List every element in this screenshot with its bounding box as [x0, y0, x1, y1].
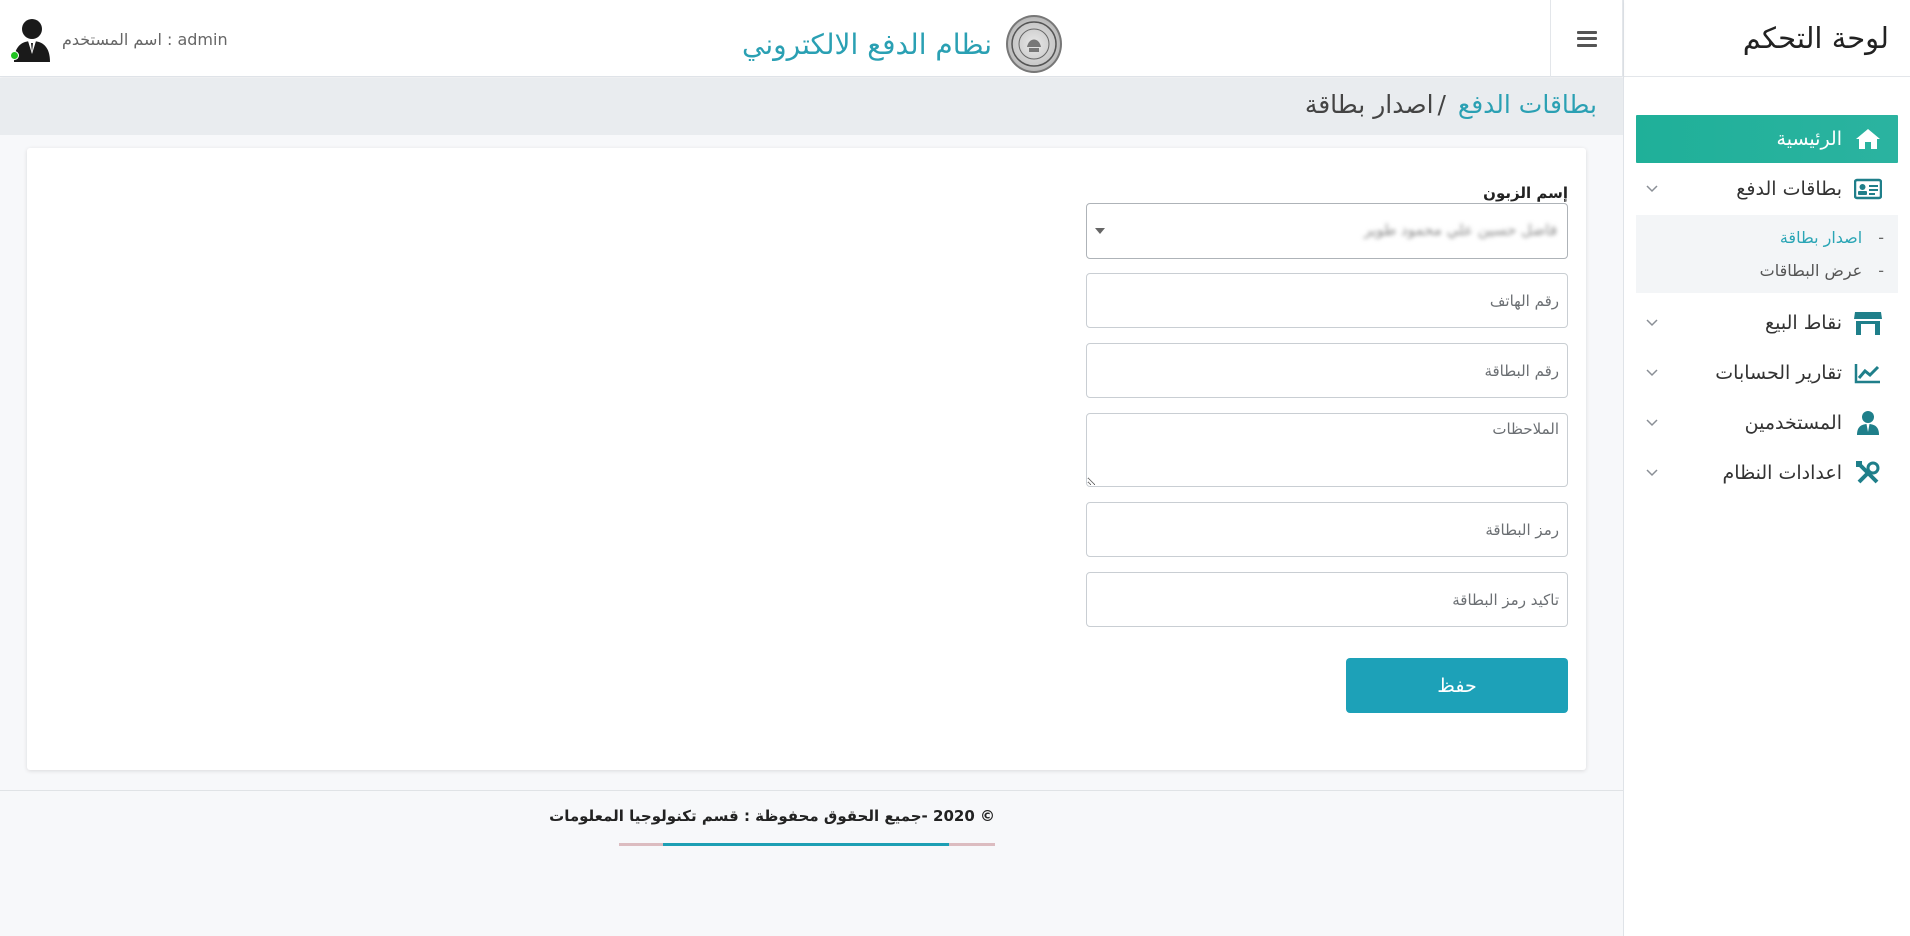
chevron-down-icon: [1644, 315, 1660, 331]
sidebar-item-account-reports[interactable]: تقارير الحسابات: [1636, 349, 1898, 397]
customer-select[interactable]: فاضل حسين علي محمود طوير: [1086, 203, 1568, 259]
sidebar-item-points-of-sale[interactable]: نقاط البيع: [1636, 299, 1898, 347]
breadcrumb-current: اصدار بطاقة: [1304, 90, 1434, 119]
sidebar: لوحة التحكم الرئيسية بطاقات الدفع - اصدا…: [1623, 0, 1910, 936]
topbar: نظام الدفع الالكتروني اسم المستخدم : adm…: [0, 0, 1623, 77]
sidebar-subitem-view-cards[interactable]: - عرض البطاقات: [1636, 254, 1898, 287]
app-title: نظام الدفع الالكتروني: [742, 27, 993, 61]
caret-down-icon: [1095, 228, 1105, 234]
breadcrumb-band: بطاقات الدفع /اصدار بطاقة: [0, 78, 1623, 135]
card-pin-confirm-input[interactable]: [1086, 572, 1568, 627]
chevron-down-icon: [1644, 415, 1660, 431]
id-card-icon: [1852, 174, 1884, 204]
breadcrumb-parent-link[interactable]: بطاقات الدفع: [1458, 90, 1597, 119]
sidebar-item-payment-cards[interactable]: بطاقات الدفع: [1636, 165, 1898, 213]
user-tie-icon: [1852, 408, 1884, 438]
footer-copyright: © 2020 -جميع الحقوق محفوظة : قسم تكنولوج…: [549, 807, 995, 825]
user-area[interactable]: اسم المستخدم : admin: [10, 14, 228, 64]
save-button[interactable]: حفظ: [1346, 658, 1568, 713]
chevron-down-icon: [1644, 365, 1660, 381]
sidebar-item-system-settings[interactable]: اعدادات النظام: [1636, 449, 1898, 497]
sidebar-item-users[interactable]: المستخدمين: [1636, 399, 1898, 447]
sidebar-menu: الرئيسية بطاقات الدفع - اصدار بطاقة - عر…: [1624, 115, 1910, 497]
footer-divider-accent: [663, 843, 949, 846]
seal-logo: [1006, 15, 1062, 73]
breadcrumb-separator: /: [1437, 90, 1446, 119]
submenu-dash: -: [1878, 228, 1884, 247]
sidebar-header: لوحة التحكم: [1624, 0, 1910, 77]
sidebar-item-label: نقاط البيع: [1765, 312, 1842, 334]
menu-toggle-button[interactable]: [1550, 0, 1623, 77]
submenu-label: عرض البطاقات: [1759, 261, 1863, 280]
sidebar-item-label: الرئيسية: [1776, 128, 1842, 150]
sidebar-submenu-payment-cards: - اصدار بطاقة - عرض البطاقات: [1636, 215, 1898, 293]
issue-card-form-card: إسم الزبون فاضل حسين علي محمود طوير حفظ: [27, 148, 1586, 770]
tools-icon: [1852, 458, 1884, 488]
home-icon: [1852, 124, 1884, 154]
footer-divider: [619, 843, 995, 846]
avatar[interactable]: [10, 16, 52, 62]
sidebar-item-label: تقارير الحسابات: [1715, 362, 1842, 384]
store-icon: [1852, 308, 1884, 338]
online-status-dot: [10, 51, 19, 60]
chevron-down-icon: [1644, 181, 1660, 197]
sidebar-item-label: بطاقات الدفع: [1736, 178, 1842, 200]
sidebar-title: لوحة التحكم: [1742, 21, 1889, 55]
notes-textarea[interactable]: [1086, 413, 1568, 487]
username-label: اسم المستخدم : admin: [62, 29, 228, 49]
sidebar-item-label: اعدادات النظام: [1722, 462, 1842, 484]
submenu-label: اصدار بطاقة: [1779, 228, 1863, 247]
sidebar-item-label: المستخدمين: [1744, 412, 1842, 434]
submenu-dash: -: [1878, 261, 1884, 280]
breadcrumb: بطاقات الدفع /اصدار بطاقة: [1305, 90, 1597, 119]
footer: © 2020 -جميع الحقوق محفوظة : قسم تكنولوج…: [0, 790, 1623, 936]
brand: نظام الدفع الالكتروني: [742, 14, 1062, 74]
phone-input[interactable]: [1086, 273, 1568, 328]
chevron-down-icon: [1644, 465, 1660, 481]
sidebar-item-home[interactable]: الرئيسية: [1636, 115, 1898, 163]
customer-select-value: فاضل حسين علي محمود طوير: [1364, 221, 1557, 239]
hamburger-icon: [1576, 30, 1597, 47]
card-number-input[interactable]: [1086, 343, 1568, 398]
issue-card-form: إسم الزبون فاضل حسين علي محمود طوير: [1086, 184, 1568, 642]
sidebar-subitem-issue-card[interactable]: - اصدار بطاقة: [1636, 221, 1898, 254]
card-pin-input[interactable]: [1086, 502, 1568, 557]
customer-name-label: إسم الزبون: [1483, 184, 1568, 202]
chart-line-icon: [1852, 358, 1884, 388]
